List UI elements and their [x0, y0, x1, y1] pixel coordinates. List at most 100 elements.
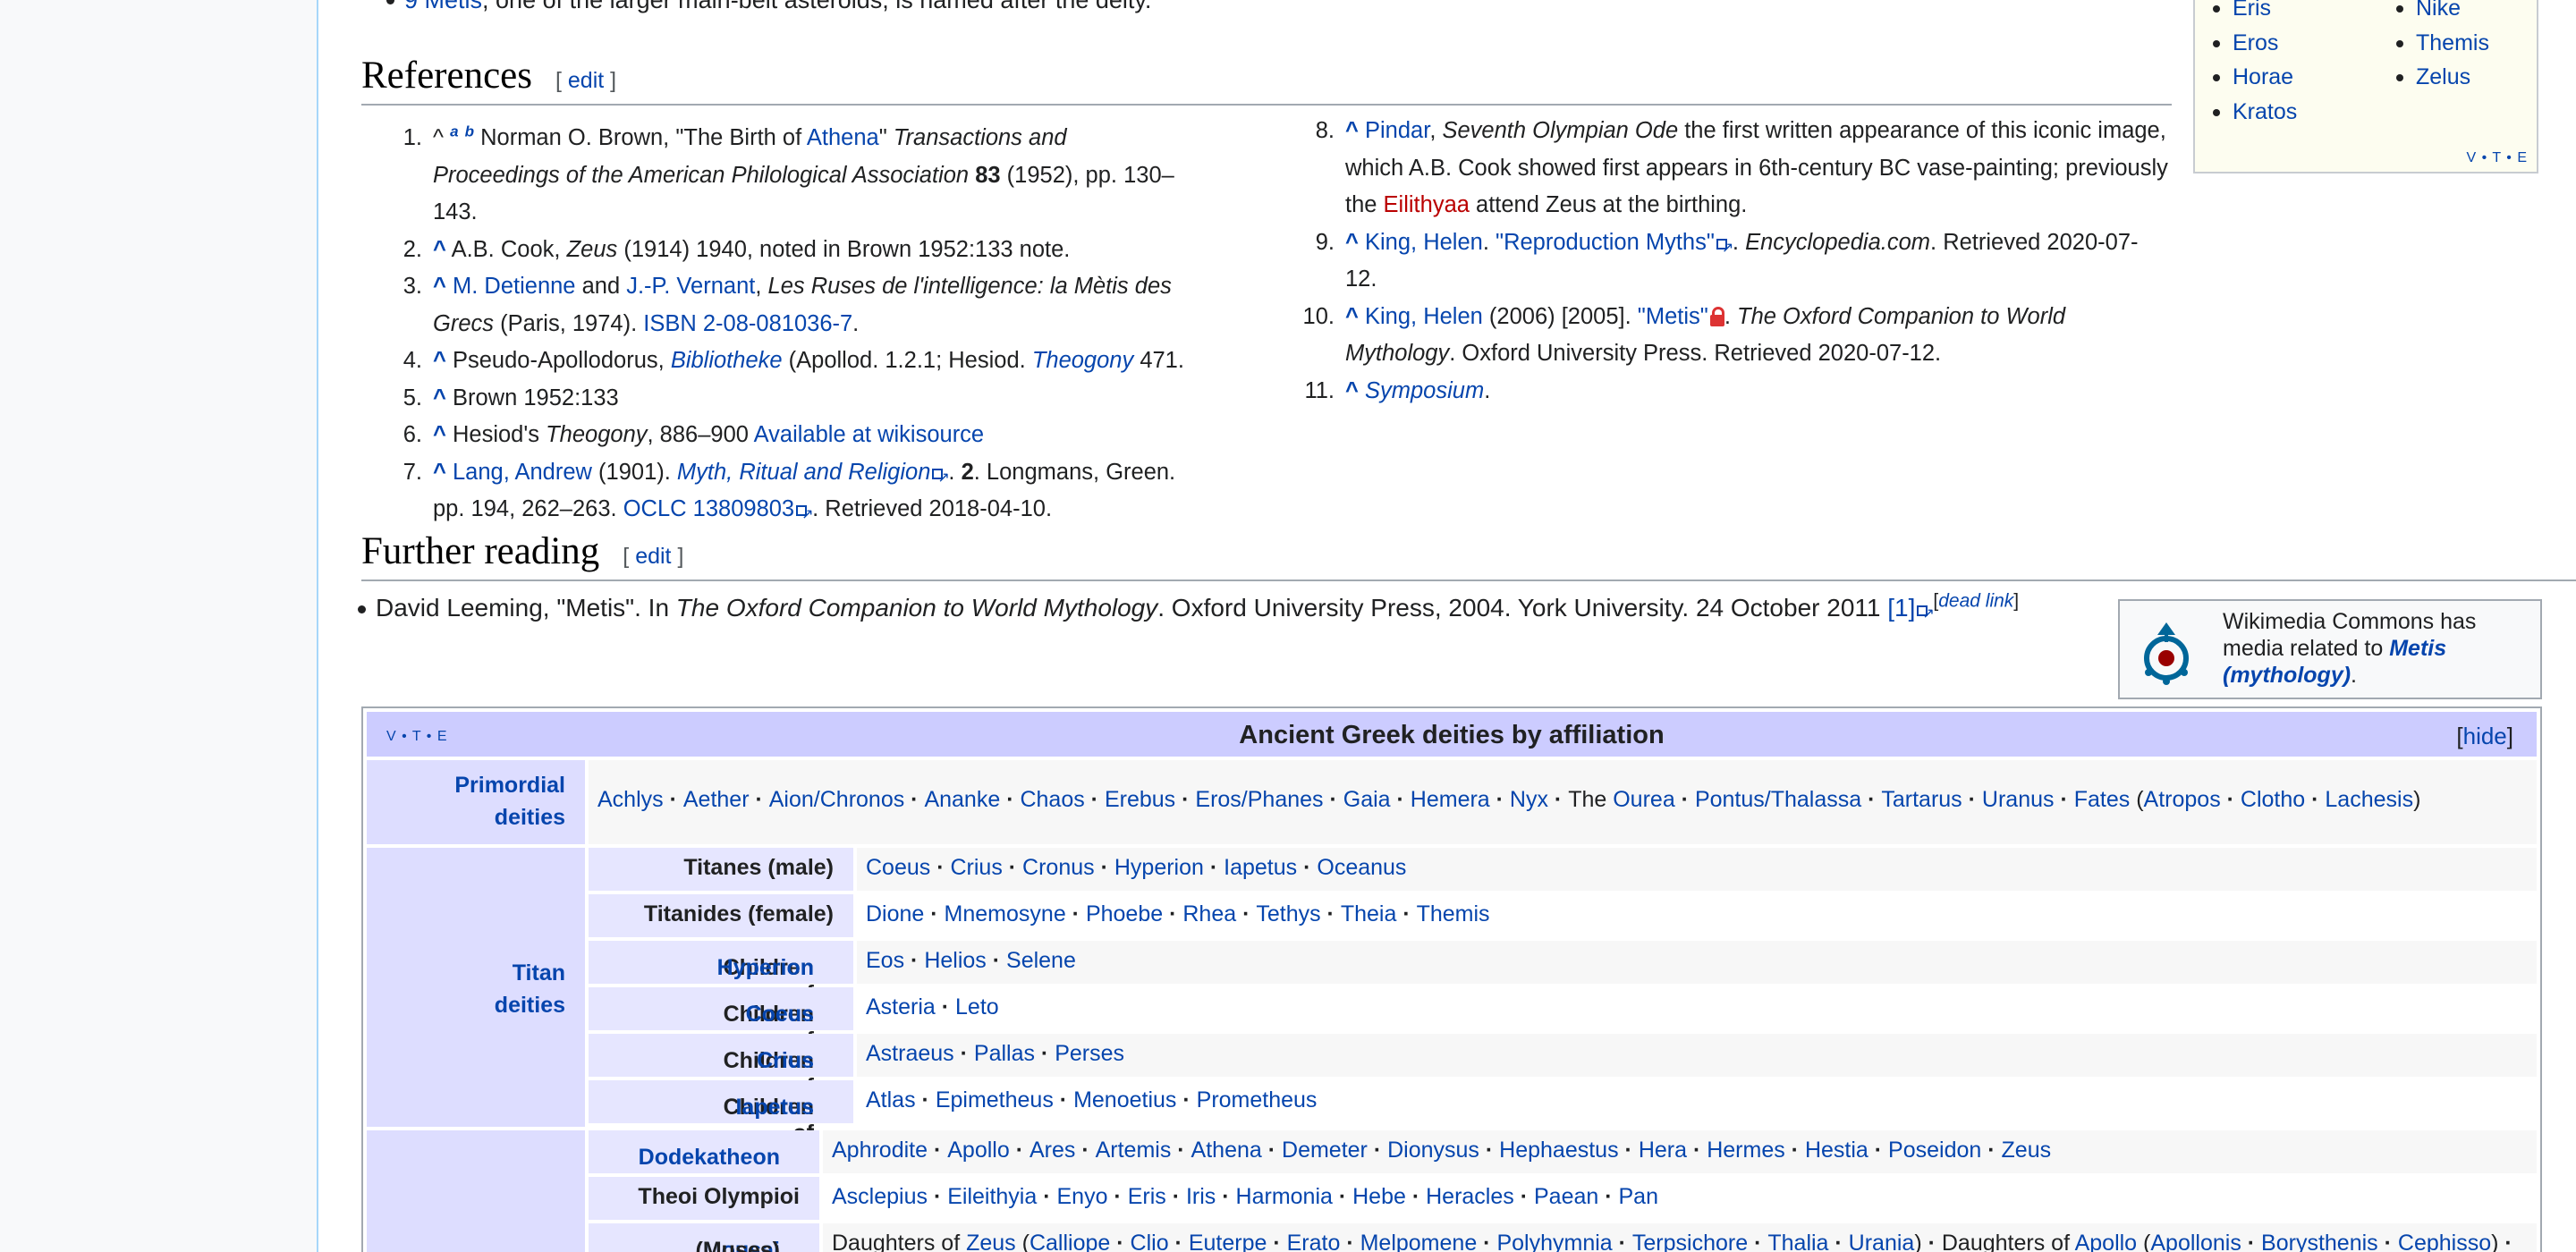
deity-link[interactable]: Phoebe [1086, 901, 1163, 926]
deity-link[interactable]: Hebe [1352, 1184, 1406, 1209]
ref-link[interactable]: Pindar [1365, 118, 1429, 143]
deity-link[interactable]: Hephaestus [1499, 1138, 1618, 1163]
group-label[interactable]: Titan deities [476, 957, 565, 1021]
dead-link[interactable]: dead link [1938, 591, 2013, 612]
edit-link[interactable]: edit [635, 544, 671, 569]
deity-link[interactable]: Uranus [1982, 787, 2055, 812]
ref-link[interactable]: J.-P. Vernant [626, 274, 755, 299]
deity-link[interactable]: Asteria [866, 994, 936, 1019]
label-link[interactable]: Iapetus [735, 1095, 814, 1121]
backlink[interactable]: a [450, 123, 458, 140]
deity-link[interactable]: Atlas [866, 1087, 916, 1112]
label-link[interactable]: Coeus [746, 1002, 814, 1028]
hide-toggle[interactable]: [hide] [2456, 723, 2513, 750]
deity-link[interactable]: Horae [2233, 64, 2293, 89]
ref-link[interactable]: OCLC [623, 496, 687, 521]
label-link[interactable]: Hyperion [717, 955, 814, 981]
deity-link[interactable]: Tartarus [1881, 787, 1962, 812]
hide-link[interactable]: hide [2463, 723, 2507, 749]
deity-link[interactable]: Polyhymnia [1496, 1231, 1612, 1252]
deity-link[interactable]: Erebus [1105, 787, 1175, 812]
deity-link[interactable]: Menoetius [1073, 1087, 1176, 1112]
deity-link[interactable]: Pan [1619, 1184, 1658, 1209]
deity-link[interactable]: Athena [1191, 1138, 1262, 1163]
deity-link[interactable]: Helios [924, 948, 986, 973]
deity-link[interactable]: Eros [2233, 30, 2278, 55]
deity-link[interactable]: Cephisso [2398, 1231, 2491, 1252]
deity-link[interactable]: Erato [1287, 1231, 1341, 1252]
caret-backlink[interactable]: ^ [433, 348, 446, 373]
ref-link[interactable]: ISBN [643, 311, 697, 336]
deity-link[interactable]: Astraeus [866, 1041, 954, 1066]
asteroid-link[interactable]: 9 Metis [404, 0, 482, 13]
deity-link[interactable]: Pallas [974, 1041, 1035, 1066]
deity-link[interactable]: Chaos [1020, 787, 1084, 812]
deity-link[interactable]: Atropos [2144, 787, 2221, 812]
vte-links[interactable]: V • T • E [2466, 150, 2528, 166]
caret-backlink[interactable]: ^ [433, 237, 446, 262]
deity-link[interactable]: Perses [1055, 1041, 1124, 1066]
group-label[interactable]: Primordial deities [422, 769, 565, 833]
deity-link[interactable]: Theia [1341, 901, 1397, 926]
ref-link[interactable]: 2-08-081036-7 [703, 311, 852, 336]
deity-link[interactable]: Calliope [1030, 1231, 1110, 1252]
label-link[interactable]: Dodekatheon [639, 1145, 780, 1171]
deity-link[interactable]: Clio [1131, 1231, 1169, 1252]
deity-link[interactable]: Terpsichore [1632, 1231, 1748, 1252]
deity-link[interactable]: Eris [1128, 1184, 1166, 1209]
deity-link[interactable]: Zeus [2002, 1138, 2052, 1163]
deity-link[interactable]: Borysthenis [2261, 1231, 2378, 1252]
deity-link[interactable]: Eros/Phanes [1195, 787, 1323, 812]
deity-link[interactable]: Zeus [966, 1231, 1016, 1252]
caret-backlink[interactable]: ^ [433, 385, 446, 410]
deity-link[interactable]: Dionysus [1387, 1138, 1479, 1163]
deity-link[interactable]: Clotho [2241, 787, 2305, 812]
deity-link[interactable]: Pontus/Thalassa [1695, 787, 1861, 812]
deity-link[interactable]: Dione [866, 901, 924, 926]
deity-link[interactable]: Coeus [866, 855, 930, 880]
ref-link[interactable]: Bibliotheke [671, 348, 783, 373]
deity-link[interactable]: Enyo [1057, 1184, 1108, 1209]
backlink[interactable]: b [465, 123, 474, 140]
deity-link[interactable]: Urania [1849, 1231, 1915, 1252]
deity-link[interactable]: Tethys [1256, 901, 1320, 926]
ref-link[interactable]: Theogony [1032, 348, 1133, 373]
deity-link[interactable]: Ourea [1613, 787, 1674, 812]
deity-link[interactable]: Rhea [1182, 901, 1236, 926]
caret-backlink[interactable]: ^ [433, 460, 446, 485]
deity-link[interactable]: Oceanus [1317, 855, 1406, 880]
deity-link[interactable]: Thalia [1767, 1231, 1828, 1252]
deity-link[interactable]: Hemera [1411, 787, 1490, 812]
deity-link[interactable]: Ares [1030, 1138, 1075, 1163]
deity-link[interactable]: Epimetheus [936, 1087, 1054, 1112]
caret-backlink[interactable]: ^ [1345, 304, 1359, 329]
deity-link[interactable]: Crius [950, 855, 1002, 880]
deity-link[interactable]: Heracles [1426, 1184, 1514, 1209]
ref-redlink[interactable]: Eilithyaa [1384, 192, 1470, 217]
deity-link[interactable]: Zelus [2416, 64, 2470, 89]
ref-link[interactable]: 13809803 [693, 496, 794, 521]
ref-link[interactable]: "Reproduction Myths" [1496, 230, 1715, 255]
external-link[interactable]: [1] [1887, 594, 1915, 622]
deity-link[interactable]: Gaia [1343, 787, 1391, 812]
deity-link[interactable]: Apollo [947, 1138, 1010, 1163]
caret-backlink[interactable]: ^ [1345, 378, 1359, 403]
ref-link[interactable]: Lang, Andrew [453, 460, 592, 485]
deity-link[interactable]: Aion/Chronos [769, 787, 904, 812]
deity-link[interactable]: Selene [1006, 948, 1076, 973]
ref-link[interactable]: Myth, Ritual and Religion [677, 460, 930, 485]
deity-link[interactable]: Mnemosyne [945, 901, 1066, 926]
label-link[interactable]: Crius [757, 1048, 814, 1074]
ref-link[interactable]: Athena [807, 125, 879, 150]
deity-link[interactable]: Leto [955, 994, 999, 1019]
deity-link[interactable]: Nike [2416, 0, 2461, 21]
ref-link[interactable]: King, Helen [1365, 230, 1483, 255]
ref-link[interactable]: "Metis" [1638, 304, 1708, 329]
deity-link[interactable]: Achlys [597, 787, 664, 812]
deity-link[interactable]: Lachesis [2325, 787, 2413, 812]
ref-link[interactable]: M. Detienne [453, 274, 576, 299]
deity-link[interactable]: Cronus [1022, 855, 1095, 880]
caret-backlink[interactable]: ^ [1345, 230, 1359, 255]
deity-link[interactable]: Eris [2233, 0, 2271, 21]
deity-link[interactable]: Euterpe [1189, 1231, 1267, 1252]
